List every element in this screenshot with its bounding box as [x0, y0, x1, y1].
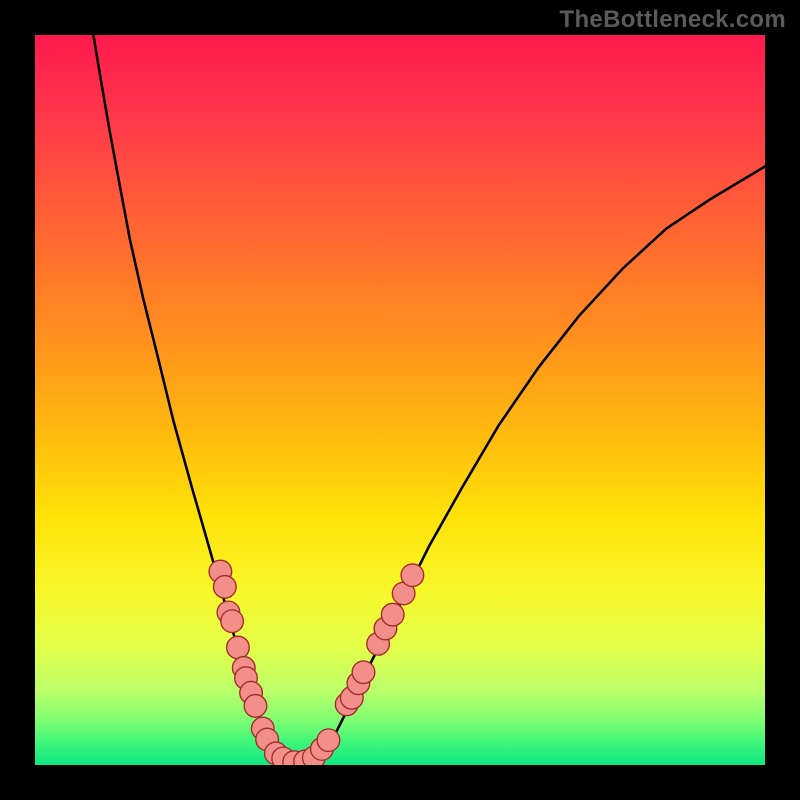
chart-canvas: TheBottleneck.com	[0, 0, 800, 800]
data-point	[381, 603, 404, 626]
data-point	[221, 610, 244, 633]
plot-area	[35, 35, 765, 765]
data-point	[244, 695, 267, 718]
data-point	[401, 564, 424, 587]
data-point	[213, 576, 236, 599]
data-point	[317, 729, 340, 752]
data-point	[227, 636, 250, 659]
data-point-markers	[35, 35, 765, 765]
watermark-text: TheBottleneck.com	[560, 6, 786, 34]
data-point	[352, 661, 375, 684]
